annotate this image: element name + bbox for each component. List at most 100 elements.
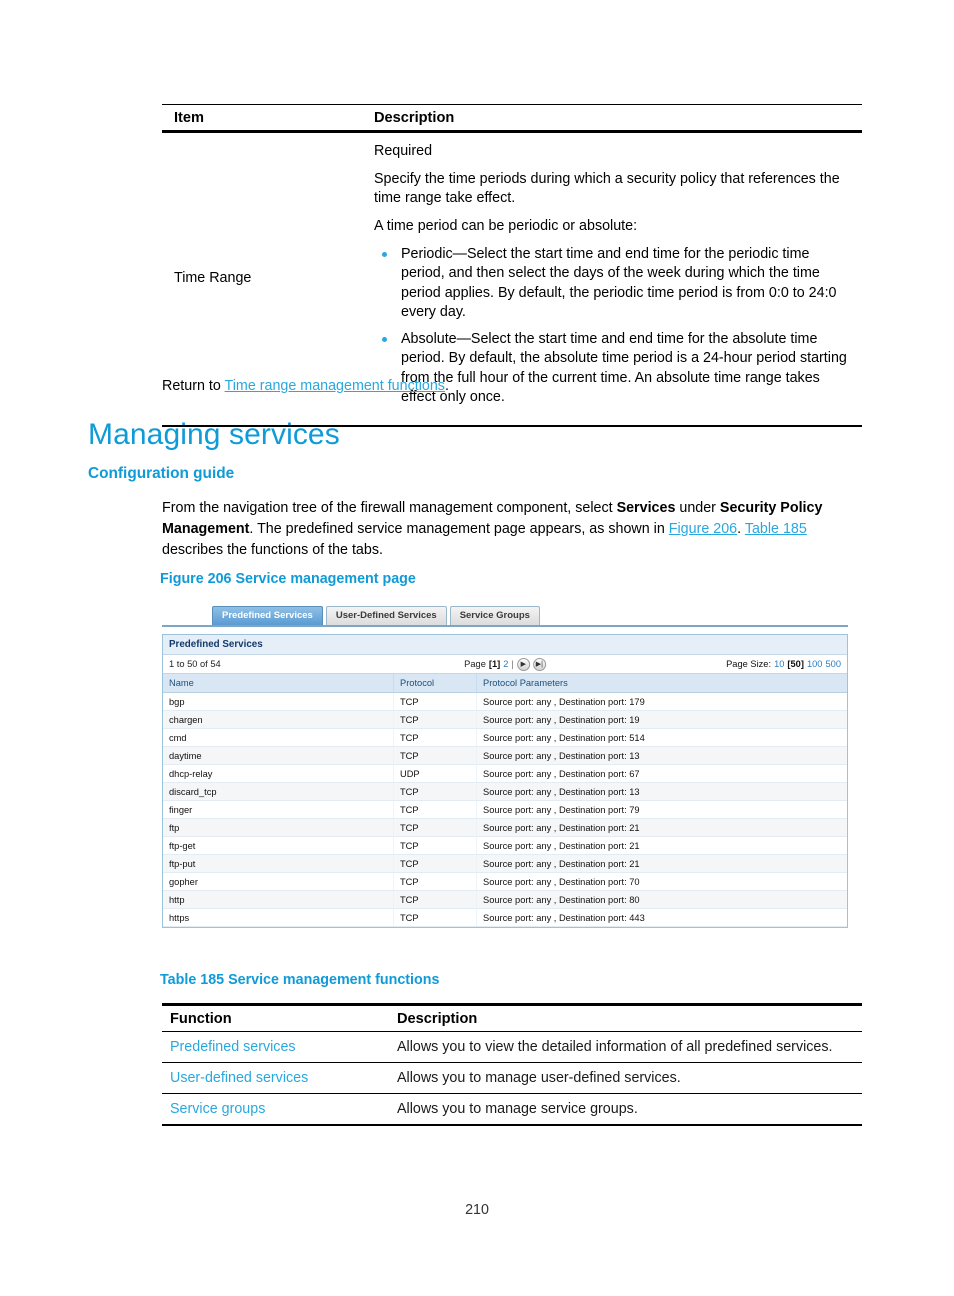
cell-name: ftp-get (163, 836, 394, 855)
page-separator: | (511, 659, 514, 669)
table-row[interactable]: finger TCP Source port: any , Destination … (163, 800, 847, 819)
intro-segment-4: . (737, 521, 745, 537)
intro-segment-3: . The predefined service management page… (249, 521, 669, 537)
link-table-185[interactable]: Table 185 (745, 521, 807, 537)
function-link[interactable]: User-defined services (162, 1070, 397, 1086)
cell-protocol: TCP (393, 890, 477, 909)
panel-title: Predefined Services (163, 635, 847, 655)
document-page: Item Description Time Range Required Spe… (0, 0, 954, 1296)
cell-protocol: TCP (393, 710, 477, 729)
cell-name: chargen (163, 710, 394, 729)
cell-protocol-parameters: Source port: any , Destination port: 19 (476, 710, 847, 729)
next-page-icon[interactable]: ▶ (516, 657, 530, 671)
return-suffix: . (444, 378, 449, 394)
function-link[interactable]: Service groups (162, 1101, 397, 1117)
intro-bold-services: Services (616, 500, 676, 516)
column-header-description: Description (374, 110, 455, 126)
cell-name: daytime (163, 746, 394, 765)
cell-protocol-parameters: Source port: any , Destination port: 443 (476, 908, 847, 927)
cell-protocol-parameters: Source port: any , Destination port: 13 (476, 782, 847, 801)
table-row[interactable]: https TCP Source port: any , Destination p… (163, 908, 847, 927)
last-page-icon[interactable]: ▶| (532, 657, 546, 671)
cell-protocol: UDP (393, 764, 477, 783)
table-row[interactable]: ftp TCP Source port: any , Destination por… (163, 818, 847, 837)
page-size-option-100[interactable]: 100 (807, 659, 823, 669)
page-size-selector: Page Size: 10 [50] 100 500 (726, 659, 841, 669)
table-header-row: Function Description (162, 1006, 862, 1031)
page-label: Page (464, 659, 486, 669)
table-row[interactable]: ftp-get TCP Source port: any , Destination… (163, 836, 847, 855)
cell-protocol-parameters: Source port: any , Destination port: 21 (476, 818, 847, 837)
tab-label: User-Defined Services (335, 610, 437, 621)
cell-protocol-parameters: Source port: any , Destination port: 179 (476, 692, 847, 711)
tab-label: Predefined Services (222, 610, 313, 621)
predefined-services-panel: Predefined Services 1 to 50 of 54 Page [… (162, 634, 848, 928)
table-bottom-rule (162, 1123, 862, 1127)
table-row[interactable]: cmd TCP Source port: any , Destination por… (163, 728, 847, 747)
column-header-item: Item (174, 110, 205, 126)
cell-protocol: TCP (393, 872, 477, 891)
table-row: Service groups Allows you to manage servi… (162, 1092, 862, 1124)
function-link[interactable]: Predefined services (162, 1039, 397, 1055)
table-row[interactable]: discard_tcp TCP Source port: any , Destina… (163, 782, 847, 801)
table-row[interactable]: dhcp-relay UDP Source port: any , Destinat… (163, 764, 847, 783)
page-size-option-10[interactable]: 10 (774, 659, 784, 669)
column-header-protocol[interactable]: Protocol (393, 674, 477, 693)
column-header-description: Description (397, 1010, 478, 1027)
tab-predefined-services[interactable]: Predefined Services (212, 606, 323, 625)
services-table: Name Protocol Protocol Parameters bgp TCP… (163, 674, 847, 927)
row-description-cell: Required Specify the time periods during… (366, 142, 862, 415)
page-size-option-50[interactable]: [50] (787, 659, 804, 669)
cell-protocol-parameters: Source port: any , Destination port: 13 (476, 746, 847, 765)
cell-protocol: TCP (393, 782, 477, 801)
bullet-item-absolute: Absolute—Select the start time and end t… (374, 330, 854, 408)
table-row[interactable]: gopher TCP Source port: any , Destination … (163, 872, 847, 891)
cell-name: gopher (163, 872, 394, 891)
column-header-protocol-parameters[interactable]: Protocol Parameters (476, 674, 847, 693)
cell-protocol: TCP (393, 818, 477, 837)
table-row[interactable]: bgp TCP Source port: any , Destination por… (163, 692, 847, 711)
page-navigation: Page [1] 2 | ▶ ▶| (464, 657, 546, 671)
cell-name: cmd (163, 728, 394, 747)
bullet-dot-icon (382, 336, 387, 342)
service-management-functions-table: Function Description Predefined services… (162, 1003, 862, 1127)
table-row[interactable]: ftp-put TCP Source port: any , Destination… (163, 854, 847, 873)
cell-protocol-parameters: Source port: any , Destination port: 21 (476, 836, 847, 855)
table-rows-container: Predefined services Allows you to view th… (162, 1032, 862, 1124)
return-prefix: Return to (162, 378, 225, 394)
tab-user-defined-services[interactable]: User-Defined Services (325, 606, 447, 625)
page-link-2[interactable]: 2 (503, 659, 508, 669)
cell-protocol: TCP (393, 746, 477, 765)
tab-label: Service Groups (459, 610, 530, 621)
page-current[interactable]: [1] (489, 659, 500, 669)
desc-paragraph-required: Required (374, 142, 433, 159)
section-heading-configuration-guide: Configuration guide (88, 465, 235, 482)
cell-name: ftp (163, 818, 394, 837)
intro-segment-2: under (675, 500, 720, 516)
table-row: User-defined services Allows you to manag… (162, 1061, 862, 1093)
table-row[interactable]: chargen TCP Source port: any , Destination… (163, 710, 847, 729)
link-figure-206[interactable]: Figure 206 (669, 521, 737, 537)
table-row[interactable]: http TCP Source port: any , Destination po… (163, 890, 847, 909)
table-row: Predefined services Allows you to view th… (162, 1032, 862, 1062)
figure-service-management-page: Predefined Services User-Defined Service… (162, 606, 848, 928)
desc-paragraph-intro: A time period can be periodic or absolut… (374, 217, 638, 234)
table-header-row: Item Description (162, 105, 862, 130)
services-header-row: Name Protocol Protocol Parameters (163, 674, 847, 693)
page-size-option-500[interactable]: 500 (825, 659, 841, 669)
cell-name: discard_tcp (163, 782, 394, 801)
function-description: Allows you to manage service groups. (397, 1100, 638, 1117)
page-size-label: Page Size: (726, 659, 772, 669)
cell-protocol: TCP (393, 836, 477, 855)
cell-name: bgp (163, 692, 394, 711)
cell-protocol: TCP (393, 854, 477, 873)
cell-protocol: TCP (393, 728, 477, 747)
link-time-range-management-functions[interactable]: Time range management functions (225, 378, 445, 394)
tab-service-groups[interactable]: Service Groups (449, 606, 540, 625)
table-row[interactable]: daytime TCP Source port: any , Destination… (163, 746, 847, 765)
page-number: 210 (465, 1202, 489, 1218)
cell-name: https (163, 908, 394, 927)
tab-bar: Predefined Services User-Defined Service… (162, 606, 848, 627)
cell-protocol: TCP (393, 908, 477, 927)
column-header-name[interactable]: Name (163, 674, 394, 693)
